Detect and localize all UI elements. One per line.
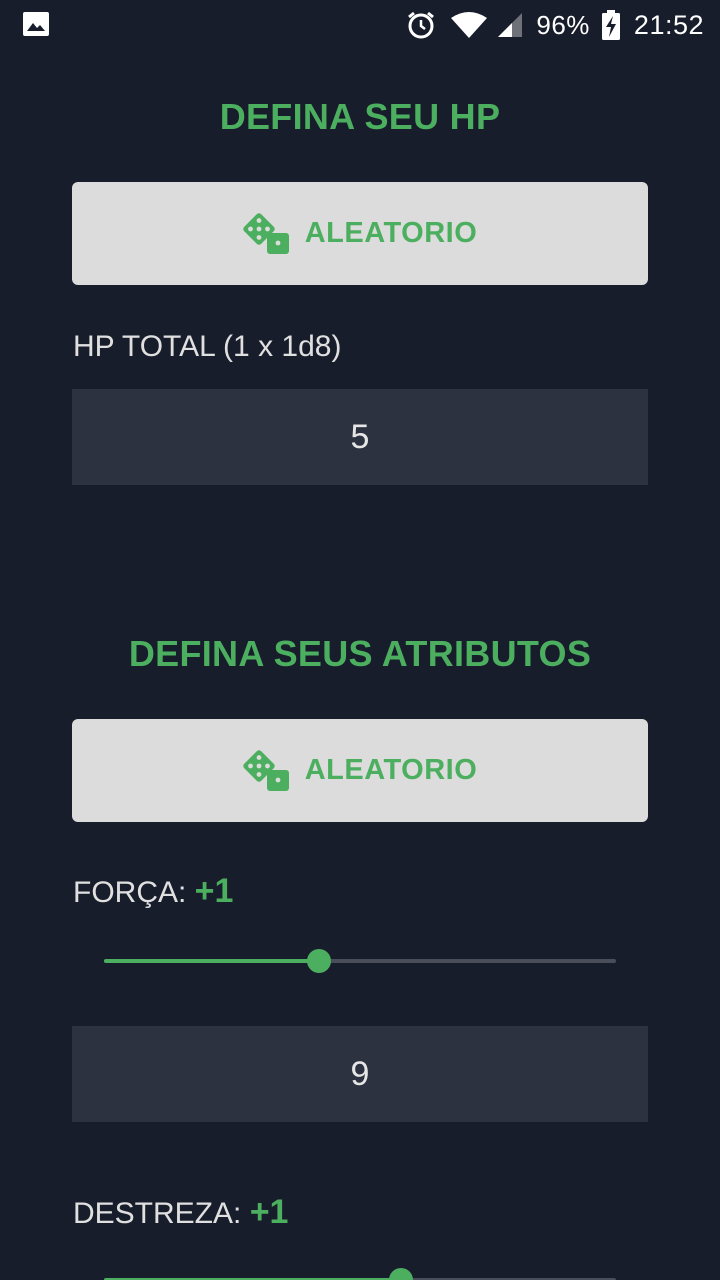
slider-fill [104,959,320,963]
strength-slider[interactable] [104,946,616,976]
hp-random-button-label: ALEATORIO [304,217,478,249]
image-icon [23,12,49,36]
signal-icon [498,13,523,37]
status-bar: 96% 21:52 [0,0,720,50]
dexterity-label-text: DESTREZA: [73,1197,250,1230]
hp-total-label: HP TOTAL (1 x 1d8) [73,330,342,363]
hp-total-input[interactable]: 5 [72,389,648,485]
battery-percent: 96% [536,9,590,40]
attributes-section-title: DEFINA SEUS ATRIBUTOS [128,633,592,674]
dice-icon [242,749,289,791]
slider-thumb[interactable] [388,1268,413,1280]
hp-section-title: DEFINA SEU HP [219,96,501,137]
battery-charging-icon [601,10,620,40]
attributes-random-button-label: ALEATORIO [304,754,478,786]
strength-label: FORÇA: +1 [73,872,233,911]
strength-modifier: +1 [194,872,234,910]
hp-random-button[interactable]: ALEATORIO [72,182,648,285]
dexterity-label: DESTREZA: +1 [73,1193,288,1232]
attributes-random-button[interactable]: ALEATORIO [72,719,648,822]
slider-thumb[interactable] [307,949,332,973]
clock: 21:52 [633,9,704,40]
alarm-icon [408,11,435,39]
strength-label-text: FORÇA: [73,876,195,909]
dice-icon [242,212,289,254]
dexterity-modifier: +1 [249,1193,289,1231]
wifi-icon [451,12,488,38]
strength-value-input[interactable]: 9 [72,1026,648,1122]
dexterity-slider[interactable] [104,1265,616,1280]
